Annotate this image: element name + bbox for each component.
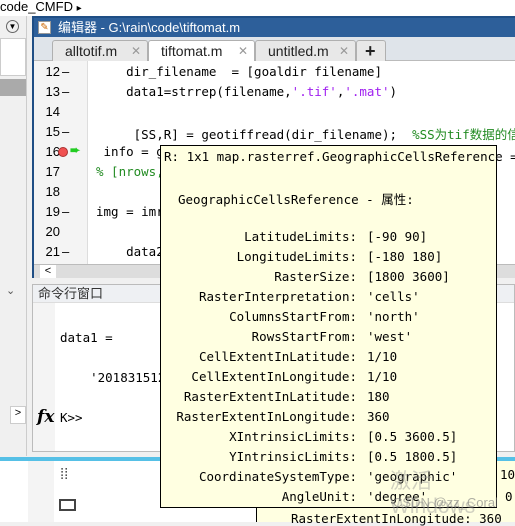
monitor-icon[interactable] (59, 499, 76, 511)
line-number: 17 (45, 164, 60, 179)
code-line[interactable]: img = imr (96, 204, 164, 219)
line-dash: – (62, 124, 70, 139)
line-number: 14 (45, 104, 60, 119)
line-number: 18 (45, 184, 60, 199)
property-name: AngleUnit: (281, 489, 357, 504)
property-value: 1/10 (367, 369, 398, 384)
selected-file-row[interactable] (0, 79, 26, 96)
add-tab-button[interactable]: + (356, 40, 386, 62)
tab-alltotif[interactable]: alltotif.m ✕ (52, 40, 148, 62)
property-value: 'north' (367, 309, 420, 324)
line-dash: – (62, 84, 70, 99)
property-value: [0.5 3600.5] (367, 429, 458, 444)
code-line[interactable]: data2 (96, 244, 164, 259)
property-name: RasterExtentInLatitude: (183, 389, 357, 404)
line-dash: – (62, 204, 70, 219)
line-number: 21 (45, 244, 60, 259)
cmd-output-var: data1 = (60, 330, 113, 345)
property-value: [0.5 1800.5] (367, 449, 458, 464)
code-line[interactable]: data1=strrep(filename,'.tif','.mat') (96, 84, 397, 99)
tooltip-header: R: 1x1 map.rasterref.GeographicCellsRefe… (164, 149, 515, 164)
file-list[interactable] (0, 38, 26, 76)
breakpoint-icon[interactable] (58, 147, 68, 157)
fx-icon[interactable]: fx (37, 407, 54, 427)
tab-tiftomat[interactable]: tiftomat.m ✕ (148, 40, 255, 63)
scroll-left-button[interactable]: < (40, 265, 56, 278)
close-icon[interactable]: ✕ (339, 41, 349, 61)
editor-titlebar: ✎ 编辑器 - G:\rain\code\tiftomat.m (34, 18, 515, 37)
line-dash: – (62, 64, 70, 79)
property-name: RasterExtentInLongitude: (176, 409, 357, 424)
property-name: RasterSize: (274, 269, 357, 284)
close-icon[interactable]: ✕ (238, 41, 248, 61)
property-value: 'west' (367, 329, 413, 344)
property-value: [1800 3600] (367, 269, 450, 284)
property-value: 1/10 (367, 349, 398, 364)
property-name: CellExtentInLongitude: (191, 369, 357, 384)
line-dash: – (62, 244, 70, 259)
tab-untitled[interactable]: untitled.m ✕ (255, 40, 356, 62)
layout-icon[interactable]: ⁞⁞ (60, 466, 68, 483)
property-name: RasterInterpretation: (198, 289, 357, 304)
editor-pencil-icon: ✎ (38, 21, 51, 34)
property-value: 360 (367, 409, 390, 424)
close-icon[interactable]: ✕ (131, 41, 141, 61)
current-folder-panel: ▼ ⌄ > (0, 16, 27, 456)
code-line[interactable]: info = g (96, 144, 164, 159)
property-name: XIntrinsicLimits: (229, 429, 357, 444)
property-name: CellExtentInLatitude: (198, 349, 357, 364)
breadcrumb-arrow-icon[interactable]: ▸ (77, 3, 82, 14)
line-number: 16 (45, 144, 60, 159)
property-name: RowsStartFrom: (251, 329, 357, 344)
variable-tooltip: R: 1x1 map.rasterref.GeographicCellsRefe… (160, 145, 515, 508)
code-line[interactable]: dir_filename = [goaldir filename] (96, 64, 382, 79)
line-number: 19 (45, 204, 60, 219)
tooltip-subheader: GeographicCellsReference - 属性: (178, 192, 414, 207)
property-name: ColumnsStartFrom: (229, 309, 357, 324)
cmd-gutter (33, 303, 55, 451)
toolbar-strip (28, 461, 54, 522)
line-number: 15 (45, 124, 60, 139)
property-value: [-90 90] (367, 229, 428, 244)
line-number: 12 (45, 64, 60, 79)
current-line-arrow-icon: ➨ (70, 143, 81, 157)
watermark-csdn: CSDN @zz_Coral (393, 495, 498, 510)
breadcrumb[interactable]: code_CMFD ▸ (0, 0, 515, 16)
property-name: LongitudeLimits: (236, 249, 357, 264)
line-number: 20 (45, 224, 60, 239)
property-value: [-180 180] (367, 249, 443, 264)
cmd-prompt: K>> (60, 410, 83, 425)
code-line[interactable]: % [nrows, (96, 164, 164, 179)
scroll-right-button[interactable]: > (10, 406, 26, 424)
property-value: 'cells' (367, 289, 420, 304)
line-number: 13 (45, 84, 60, 99)
cmd-output-value: '201831512r (60, 370, 173, 385)
property-value: 180 (367, 389, 390, 404)
property-name: YIntrinsicLimits: (229, 449, 357, 464)
watermark-activate: 激活 Windows (390, 470, 476, 518)
property-name: LatitudeLimits: (244, 229, 357, 244)
panel-menu-icon[interactable]: ▼ (6, 20, 19, 33)
code-line[interactable]: [SS,R] = geotiffread(dir_filename); %SS为… (96, 124, 515, 143)
collapse-icon[interactable]: ⌄ (6, 284, 15, 297)
property-name: CoordinateSystemType: (198, 469, 357, 484)
editor-tabs: alltotif.m ✕ tiftomat.m ✕ untitled.m ✕ + (34, 37, 515, 63)
